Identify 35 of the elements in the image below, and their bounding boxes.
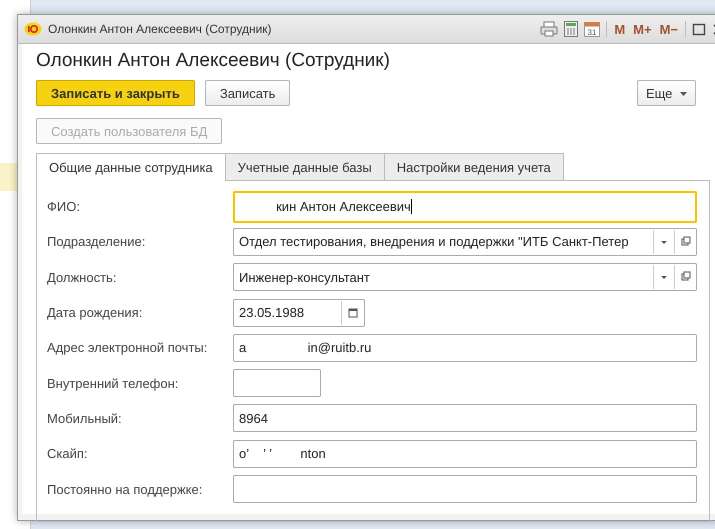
input-field[interactable]: [233, 369, 321, 398]
input-field[interactable]: o’ ’ ’ nton: [233, 440, 697, 468]
input-field[interactable]: Инженер-консультант: [233, 263, 697, 292]
field-label: Адрес электронной почты:: [47, 340, 208, 356]
caret-icon: [680, 92, 687, 96]
more-button[interactable]: Еще: [636, 80, 696, 106]
calendar-icon[interactable]: 31: [584, 21, 600, 37]
memory-button[interactable]: M−: [658, 22, 679, 36]
tab[interactable]: Учетные данные базы: [224, 153, 385, 180]
save-button[interactable]: Записать: [204, 80, 290, 106]
input-field[interactable]: a in@ruitb.ru: [233, 334, 697, 362]
window-title: Олонкин Антон Алексеевич (Сотрудник): [48, 22, 272, 36]
field-label: Мобильный:: [47, 410, 123, 426]
tab[interactable]: Общие данные сотрудника: [36, 153, 226, 181]
print-icon[interactable]: [540, 21, 558, 37]
field-label: Подразделение:: [47, 234, 146, 250]
field-label: Скайп:: [47, 446, 89, 462]
field-label: Внутренний телефон:: [47, 376, 180, 391]
save-and-close-button[interactable]: Записать и закрыть: [36, 80, 195, 106]
input-field[interactable]: 23.05.1988: [233, 298, 365, 327]
app-logo-icon: [24, 22, 42, 36]
input-field[interactable]: [233, 475, 697, 504]
input-field[interactable]: Отдел тестирования, внедрения и поддержки "ИТБ Санкт-Петер: [233, 228, 697, 256]
maximize-icon[interactable]: [692, 22, 706, 36]
input-field[interactable]: кин Антон Алексеевич: [233, 190, 697, 223]
input-field[interactable]: 8964: [233, 404, 697, 432]
field-label: ФИО:: [47, 199, 81, 214]
calculator-icon[interactable]: [564, 21, 578, 37]
memory-button[interactable]: M+: [632, 22, 653, 36]
field-label: Постоянно на поддержке:: [47, 482, 204, 497]
field-label: Дата рождения:: [47, 305, 144, 320]
memory-button[interactable]: M: [613, 22, 626, 36]
tab[interactable]: Настройки ведения учета: [384, 153, 564, 180]
field-label: Должность:: [47, 270, 118, 285]
form-title: Олонкин Антон Алексеевич (Сотрудник): [36, 49, 391, 73]
